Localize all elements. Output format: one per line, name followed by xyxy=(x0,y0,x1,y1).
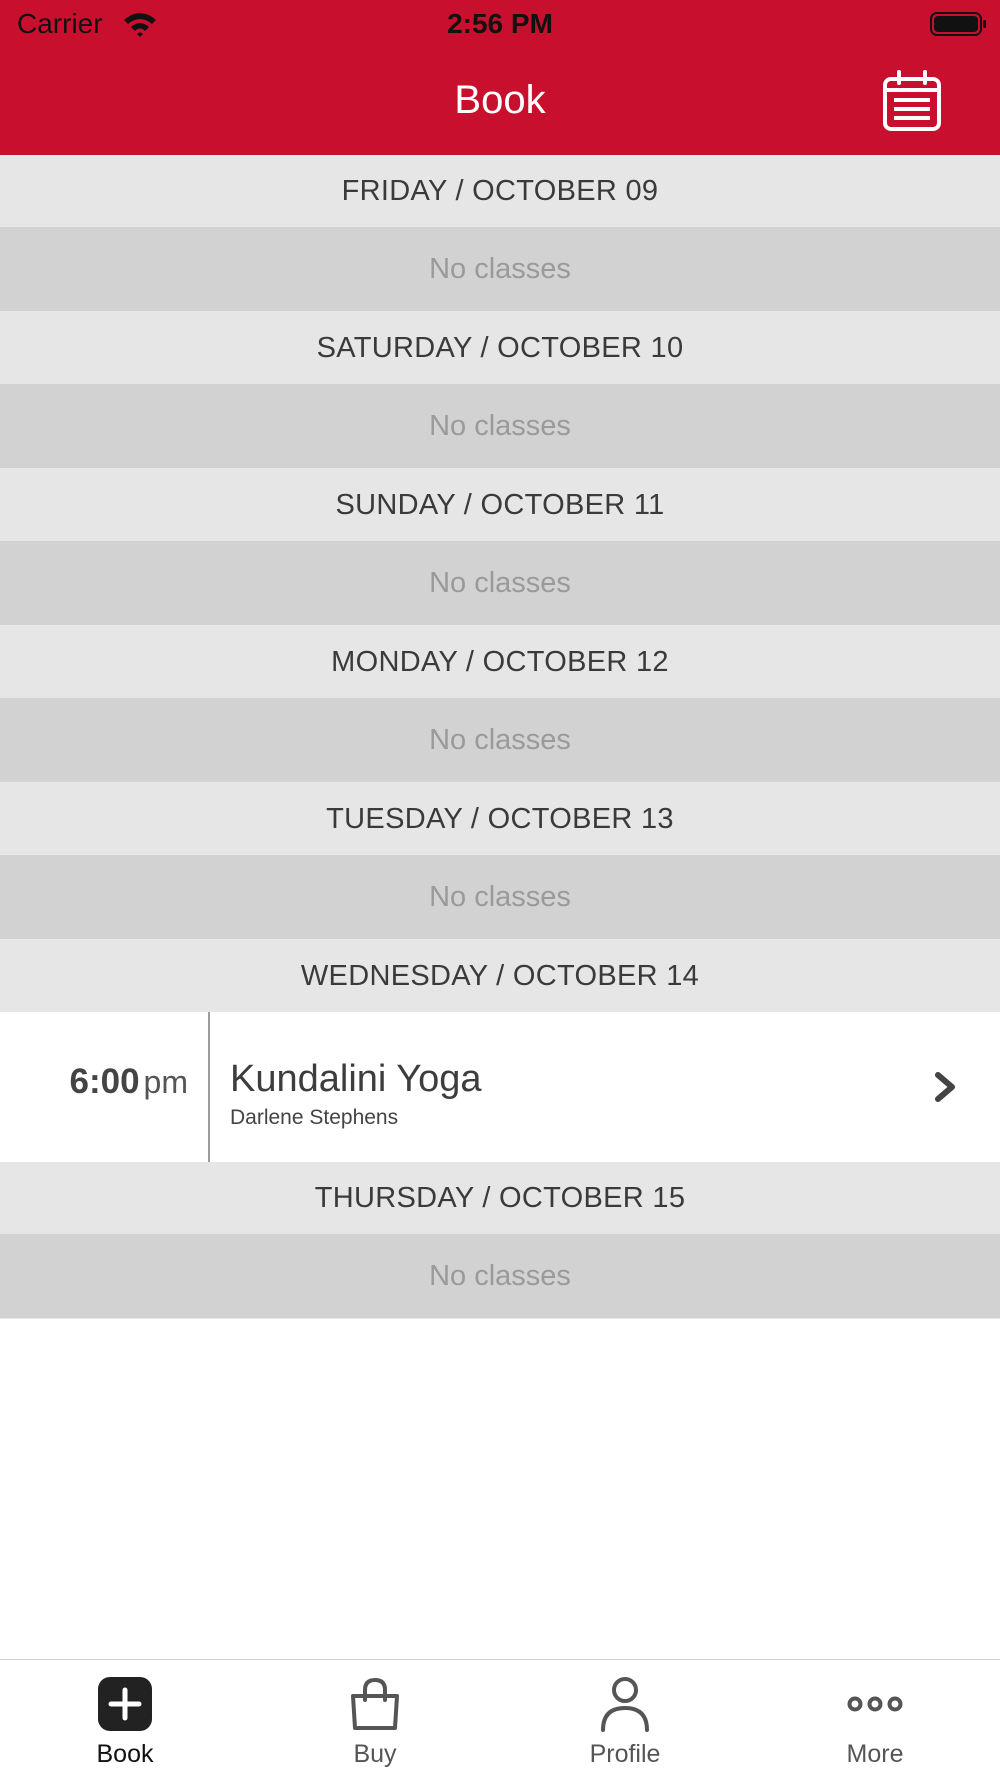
class-time: 6:00 pm xyxy=(0,1062,188,1102)
plus-square-icon xyxy=(98,1677,152,1731)
no-classes-row: No classes xyxy=(0,855,1000,940)
shopping-bag-icon xyxy=(351,1677,399,1730)
class-instructor: Darlene Stephens xyxy=(230,1106,399,1129)
book-screen: Carrier 2:56 PM Book FRIDAY / OCTOBER 09… xyxy=(0,0,1000,1778)
day-header: SATURDAY / OCTOBER 10 xyxy=(0,312,1000,384)
tab-label: Profile xyxy=(589,1740,661,1768)
tab-bar: Book Buy Profile More xyxy=(0,1659,1000,1778)
no-classes-row: No classes xyxy=(0,698,1000,783)
calendar-icon[interactable] xyxy=(882,70,942,132)
status-bar: Carrier 2:56 PM xyxy=(0,0,1000,50)
no-classes-row: No classes xyxy=(0,1234,1000,1319)
battery-icon xyxy=(930,12,986,36)
status-time: 2:56 PM xyxy=(447,8,553,39)
tab-label: More xyxy=(846,1740,904,1768)
tab-more[interactable]: More xyxy=(750,1660,1000,1778)
class-time-value: 6:00 xyxy=(69,1062,140,1101)
no-classes-row: No classes xyxy=(0,384,1000,469)
person-icon xyxy=(601,1677,649,1732)
tab-label: Book xyxy=(96,1740,154,1768)
header-bar: Carrier 2:56 PM Book xyxy=(0,0,1000,155)
tab-label: Buy xyxy=(353,1740,397,1768)
tab-profile[interactable]: Profile xyxy=(500,1660,750,1778)
tab-book[interactable]: Book xyxy=(0,1660,250,1778)
class-name: Kundalini Yoga xyxy=(230,1058,482,1100)
class-divider xyxy=(208,1012,210,1162)
day-header: MONDAY / OCTOBER 12 xyxy=(0,626,1000,698)
class-row-kundalini-yoga[interactable]: 6:00 pm Kundalini Yoga Darlene Stephens xyxy=(0,1012,1000,1162)
class-time-ampm: pm xyxy=(143,1064,188,1100)
no-classes-row: No classes xyxy=(0,227,1000,312)
day-header: TUESDAY / OCTOBER 13 xyxy=(0,783,1000,855)
day-header: THURSDAY / OCTOBER 15 xyxy=(0,1162,1000,1234)
day-header: WEDNESDAY / OCTOBER 14 xyxy=(0,940,1000,1012)
more-dots-icon xyxy=(847,1696,903,1712)
page-title: Book xyxy=(454,78,546,122)
day-header: SUNDAY / OCTOBER 11 xyxy=(0,469,1000,541)
tab-buy[interactable]: Buy xyxy=(250,1660,500,1778)
no-classes-row: No classes xyxy=(0,541,1000,626)
chevron-right-icon xyxy=(935,1072,955,1102)
day-header: FRIDAY / OCTOBER 09 xyxy=(0,155,1000,227)
schedule-list: FRIDAY / OCTOBER 09 No classes SATURDAY … xyxy=(0,155,1000,1319)
